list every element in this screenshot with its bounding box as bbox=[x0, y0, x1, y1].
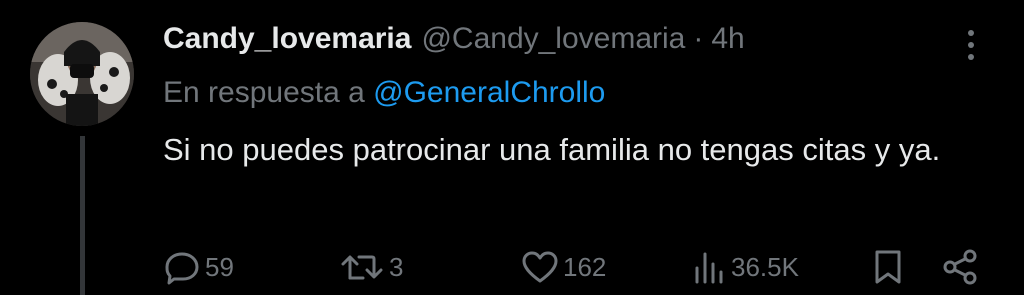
tweet-content: Candy_lovemaria @Candy_lovemaria · 4h En… bbox=[163, 22, 984, 174]
tweet-header: Candy_lovemaria @Candy_lovemaria · 4h bbox=[163, 22, 984, 62]
reply-count: 59 bbox=[205, 251, 234, 282]
views-icon bbox=[695, 252, 723, 284]
avatar-image bbox=[30, 22, 134, 126]
like-button[interactable]: 162 bbox=[521, 246, 606, 288]
reply-icon bbox=[165, 252, 199, 285]
tweet-text: Si no puedes patrocinar una familia no t… bbox=[163, 132, 941, 167]
display-name[interactable]: Candy_lovemaria bbox=[163, 22, 411, 56]
reply-prefix: En respuesta a bbox=[163, 76, 365, 109]
avatar-column bbox=[30, 22, 134, 126]
thread-line bbox=[80, 136, 85, 295]
reply-mention-link[interactable]: @GeneralChrollo bbox=[373, 76, 605, 109]
avatar[interactable] bbox=[30, 22, 134, 126]
reply-context: En respuesta a @GeneralChrollo bbox=[163, 76, 984, 110]
heart-icon bbox=[522, 251, 558, 283]
share-icon bbox=[943, 249, 977, 285]
retweet-button[interactable]: 3 bbox=[339, 246, 403, 288]
separator-dot: · bbox=[693, 22, 704, 55]
views-count: 36.5K bbox=[731, 251, 799, 282]
tweet[interactable]: Candy_lovemaria @Candy_lovemaria · 4h En… bbox=[0, 0, 1024, 295]
retweet-count: 3 bbox=[389, 251, 404, 282]
action-bar: 59 3 162 36.5K bbox=[163, 246, 993, 288]
share-button[interactable] bbox=[941, 246, 979, 288]
views-button[interactable]: 36.5K bbox=[691, 246, 799, 288]
bookmark-button[interactable] bbox=[871, 246, 905, 288]
user-handle[interactable]: @Candy_lovemaria bbox=[421, 22, 685, 56]
reply-button[interactable]: 59 bbox=[163, 246, 234, 288]
bookmark-icon bbox=[875, 250, 901, 284]
like-count: 162 bbox=[563, 251, 607, 282]
timestamp[interactable]: 4h bbox=[711, 22, 744, 56]
retweet-icon bbox=[341, 255, 383, 280]
more-icon[interactable] bbox=[956, 28, 986, 62]
